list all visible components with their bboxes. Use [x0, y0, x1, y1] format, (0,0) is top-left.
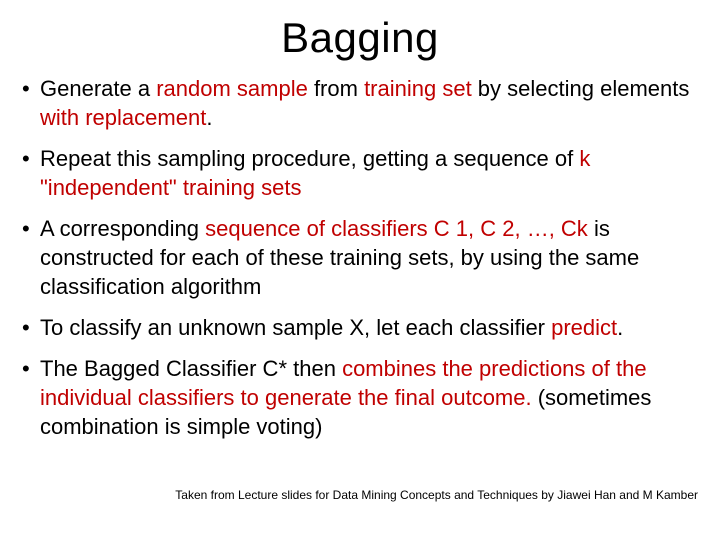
- slide-title: Bagging: [18, 14, 702, 62]
- bullet-item: A corresponding sequence of classifiers …: [18, 214, 702, 301]
- highlight: sequence of classifiers C 1, C 2, …, Ck: [205, 216, 594, 241]
- text: Repeat this sampling procedure, getting …: [40, 146, 579, 171]
- text: .: [206, 105, 212, 130]
- bullet-item: Generate a random sample from training s…: [18, 74, 702, 132]
- text: from: [314, 76, 364, 101]
- highlight: random sample: [156, 76, 314, 101]
- bullet-item: To classify an unknown sample X, let eac…: [18, 313, 702, 342]
- highlight: training set: [364, 76, 478, 101]
- highlight: predict: [551, 315, 617, 340]
- bullet-item: The Bagged Classifier C* then combines t…: [18, 354, 702, 441]
- text: by selecting elements: [478, 76, 690, 101]
- text: .: [617, 315, 623, 340]
- slide: Bagging Generate a random sample from tr…: [0, 0, 720, 540]
- text: Generate a: [40, 76, 156, 101]
- text: To classify an unknown sample X, let eac…: [40, 315, 551, 340]
- text: A corresponding: [40, 216, 205, 241]
- attribution: Taken from Lecture slides for Data Minin…: [175, 488, 698, 502]
- highlight: with replacement: [40, 105, 206, 130]
- text: The Bagged Classifier C* then: [40, 356, 342, 381]
- bullet-list: Generate a random sample from training s…: [18, 74, 702, 441]
- bullet-item: Repeat this sampling procedure, getting …: [18, 144, 702, 202]
